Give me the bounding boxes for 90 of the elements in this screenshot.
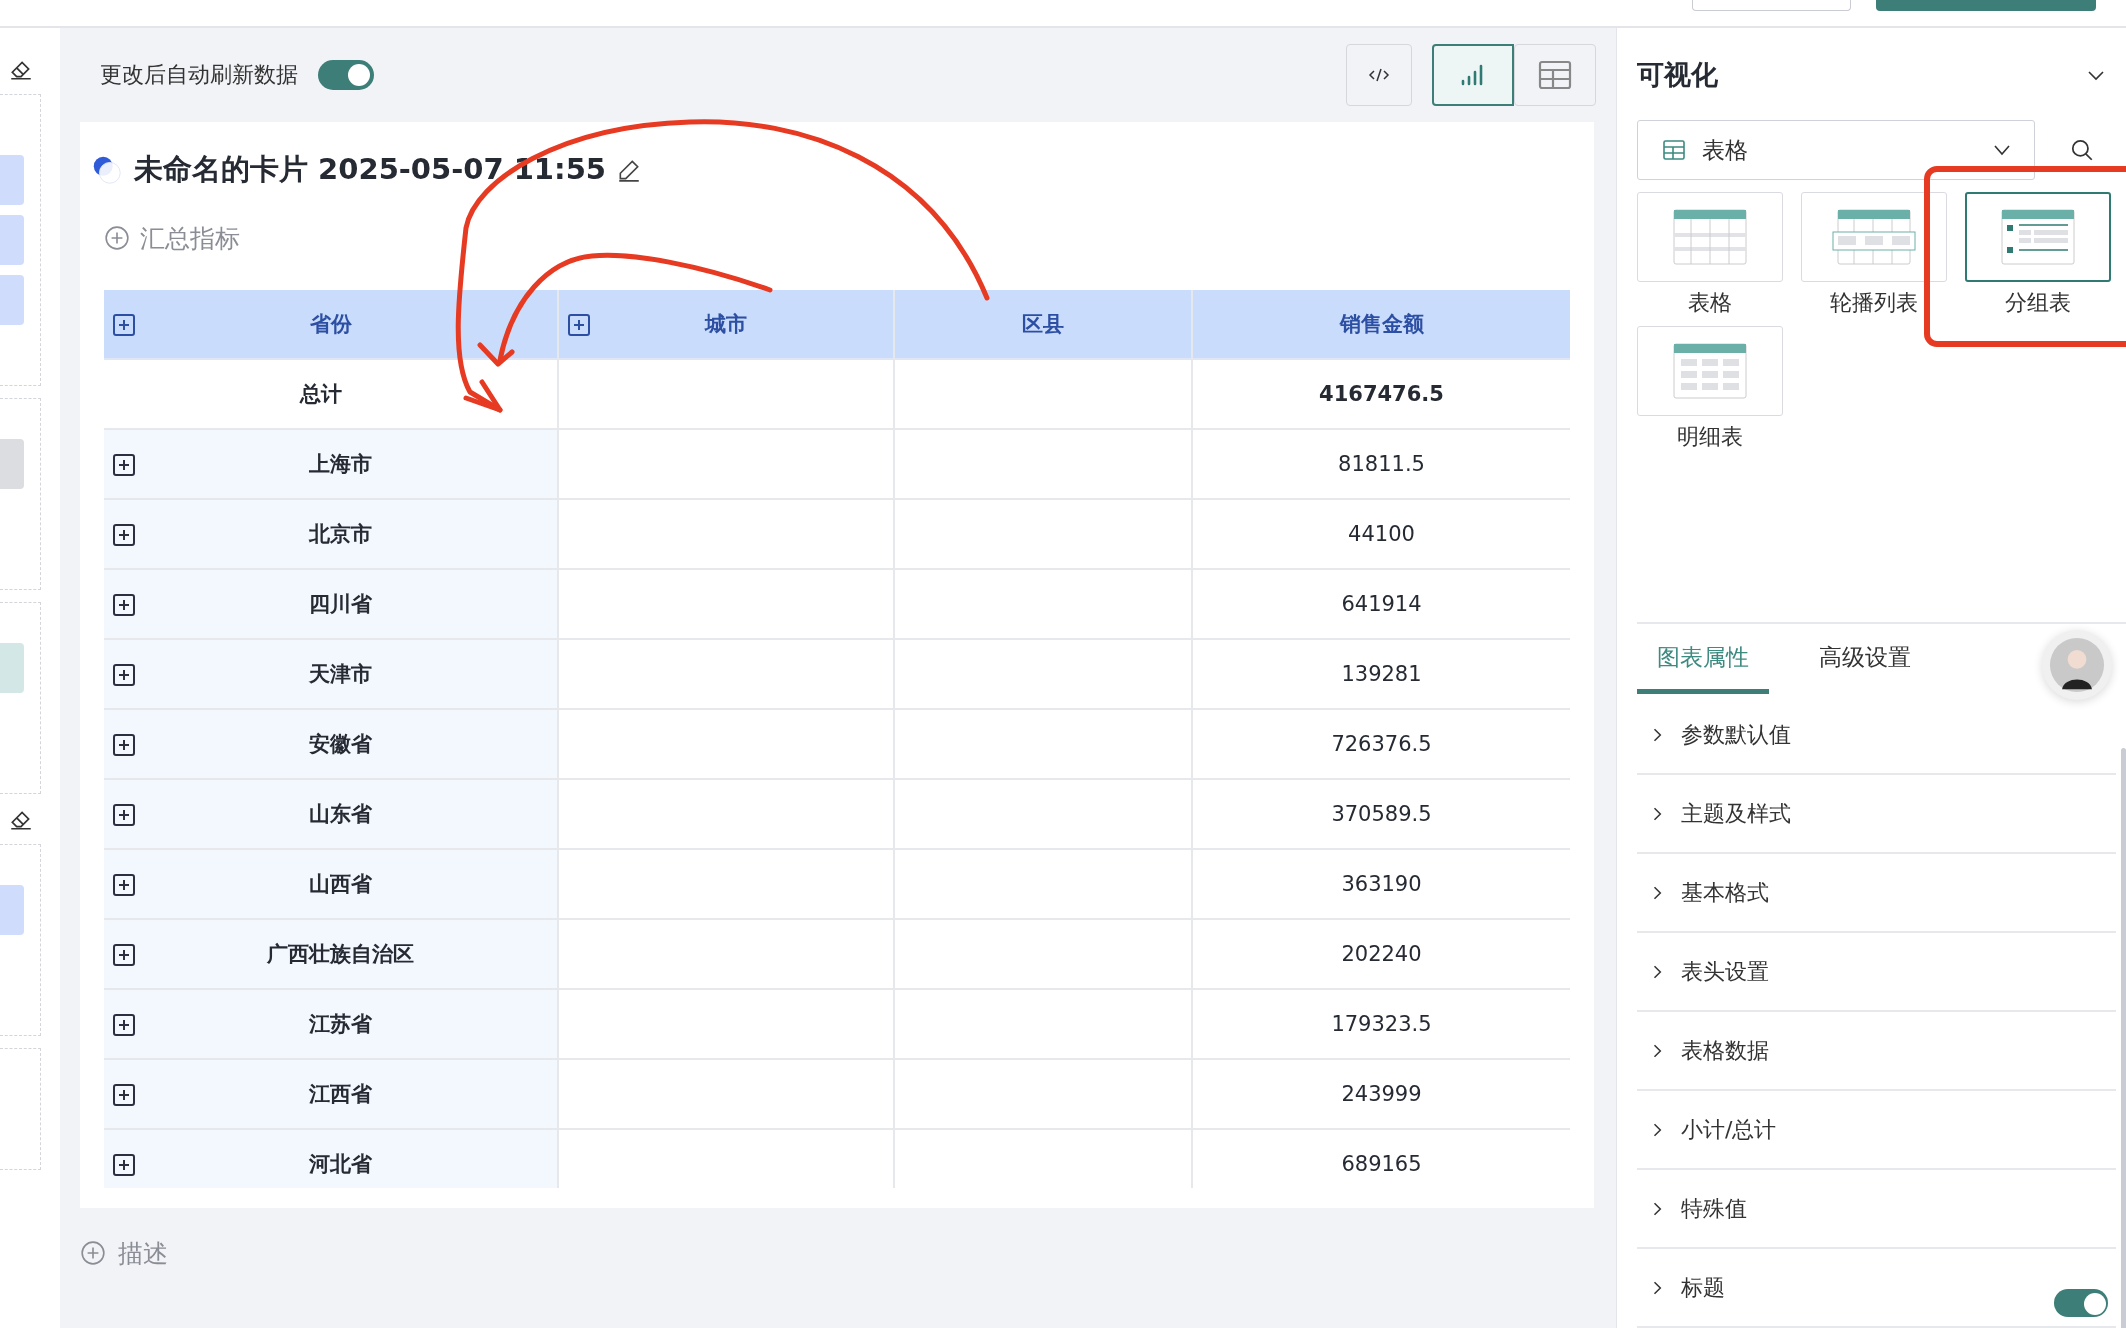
table-icon [1662, 138, 1686, 162]
province-name: 江苏省 [309, 1011, 372, 1038]
chart-type-select[interactable]: 表格 [1637, 120, 2035, 180]
add-icon[interactable] [104, 225, 130, 251]
table-icon [1538, 60, 1572, 90]
chart-type-tile[interactable] [1965, 192, 2111, 282]
field-chip[interactable] [0, 643, 24, 693]
settings-section[interactable]: 表格数据 [1637, 1012, 2116, 1091]
auto-refresh-toggle[interactable] [318, 60, 374, 90]
section-label: 主题及样式 [1681, 799, 1791, 828]
province-name: 河北省 [309, 1151, 372, 1178]
province-name: 广西壮族自治区 [267, 941, 414, 968]
table-view-button[interactable] [1514, 44, 1596, 106]
section-label: 标题 [1681, 1273, 1725, 1302]
table-cell: 243999 [1193, 1060, 1570, 1130]
settings-tab[interactable]: 图表属性 [1637, 624, 1769, 694]
section-label: 表头设置 [1681, 957, 1769, 986]
section-label: 基本格式 [1681, 878, 1769, 907]
expand-icon[interactable] [567, 313, 591, 337]
field-chip[interactable] [0, 155, 24, 205]
chart-view-button[interactable] [1432, 44, 1514, 106]
settings-section[interactable]: 表头设置 [1637, 933, 2116, 1012]
settings-section[interactable]: 参数默认值 [1637, 696, 2116, 775]
card-title: 未命名的卡片 2025-05-07 11:55 [134, 151, 606, 188]
table-cell: 689165 [1193, 1130, 1570, 1188]
field-chip[interactable] [0, 215, 24, 265]
expand-icon[interactable] [112, 313, 136, 337]
assistant-avatar[interactable] [2042, 630, 2112, 700]
province-name: 山西省 [309, 871, 372, 898]
expand-icon[interactable] [112, 453, 136, 477]
settings-section[interactable]: 基本格式 [1637, 854, 2116, 933]
chart-type-label: 表格 [1688, 289, 1732, 317]
expand-icon[interactable] [112, 1013, 136, 1037]
table-cell: 641914 [1193, 570, 1570, 640]
panel-title: 可视化 [1637, 58, 1719, 92]
grouped-table-thumbnail-icon [2001, 209, 2075, 265]
expand-icon[interactable] [112, 803, 136, 827]
settings-section[interactable]: 主题及样式 [1637, 775, 2116, 854]
expand-icon[interactable] [112, 663, 136, 687]
chart-type-label: 明细表 [1677, 423, 1743, 451]
table-cell: 44100 [1193, 500, 1570, 570]
province-name: 山东省 [309, 801, 372, 828]
expand-icon[interactable] [112, 1153, 136, 1177]
settings-section[interactable]: 特殊值 [1637, 1170, 2116, 1249]
expand-icon[interactable] [112, 943, 136, 967]
province-name: 四川省 [309, 591, 372, 618]
expand-icon[interactable] [112, 873, 136, 897]
column-label: 销售金额 [1339, 311, 1424, 338]
section-label: 特殊值 [1681, 1194, 1747, 1223]
province-name: 天津市 [309, 661, 372, 688]
table-cell: 139281 [1193, 640, 1570, 710]
table-thumbnail-icon [1673, 209, 1747, 265]
table-cell: 81811.5 [1193, 430, 1570, 500]
section-label: 表格数据 [1681, 1036, 1769, 1065]
title-toggle[interactable] [2054, 1288, 2108, 1317]
table-cell: 726376.5 [1193, 710, 1570, 780]
section-label: 参数默认值 [1681, 720, 1791, 749]
table-cell: 4167476.5 [1193, 360, 1570, 430]
province-name: 江西省 [309, 1081, 372, 1108]
detail-table-thumbnail-icon [1673, 343, 1747, 399]
column-label: 区县 [1022, 311, 1064, 338]
column-label: 省份 [309, 311, 352, 338]
field-chip[interactable] [0, 439, 24, 489]
expand-icon[interactable] [112, 733, 136, 757]
total-label: 总计 [299, 381, 342, 408]
chart-type-label: 轮播列表 [1830, 289, 1918, 317]
section-label: 小计/总计 [1681, 1115, 1777, 1144]
field-chip[interactable] [0, 275, 24, 325]
province-name: 北京市 [309, 521, 372, 548]
table-cell: 202240 [1193, 920, 1570, 990]
edit-icon[interactable] [616, 157, 642, 183]
add-icon[interactable] [80, 1240, 106, 1266]
carousel-thumbnail-icon [1832, 209, 1916, 265]
field-chip[interactable] [0, 885, 24, 935]
search-icon[interactable] [2069, 137, 2095, 163]
column-label: 城市 [705, 311, 747, 338]
scrollbar[interactable] [2121, 748, 2126, 1328]
table-cell: 363190 [1193, 850, 1570, 920]
auto-refresh-label: 更改后自动刷新数据 [100, 61, 298, 89]
chart-type-label: 分组表 [2005, 289, 2071, 317]
expand-icon[interactable] [112, 523, 136, 547]
expand-icon[interactable] [112, 1083, 136, 1107]
expand-icon[interactable] [112, 593, 136, 617]
settings-section[interactable]: 小计/总计 [1637, 1091, 2116, 1170]
table-cell: 370589.5 [1193, 780, 1570, 850]
settings-tab[interactable]: 高级设置 [1799, 624, 1931, 694]
table-cell: 179323.5 [1193, 990, 1570, 1060]
province-name: 安徽省 [309, 731, 372, 758]
province-name: 上海市 [309, 451, 372, 478]
settings-section[interactable]: 标题 [1637, 1249, 2116, 1328]
